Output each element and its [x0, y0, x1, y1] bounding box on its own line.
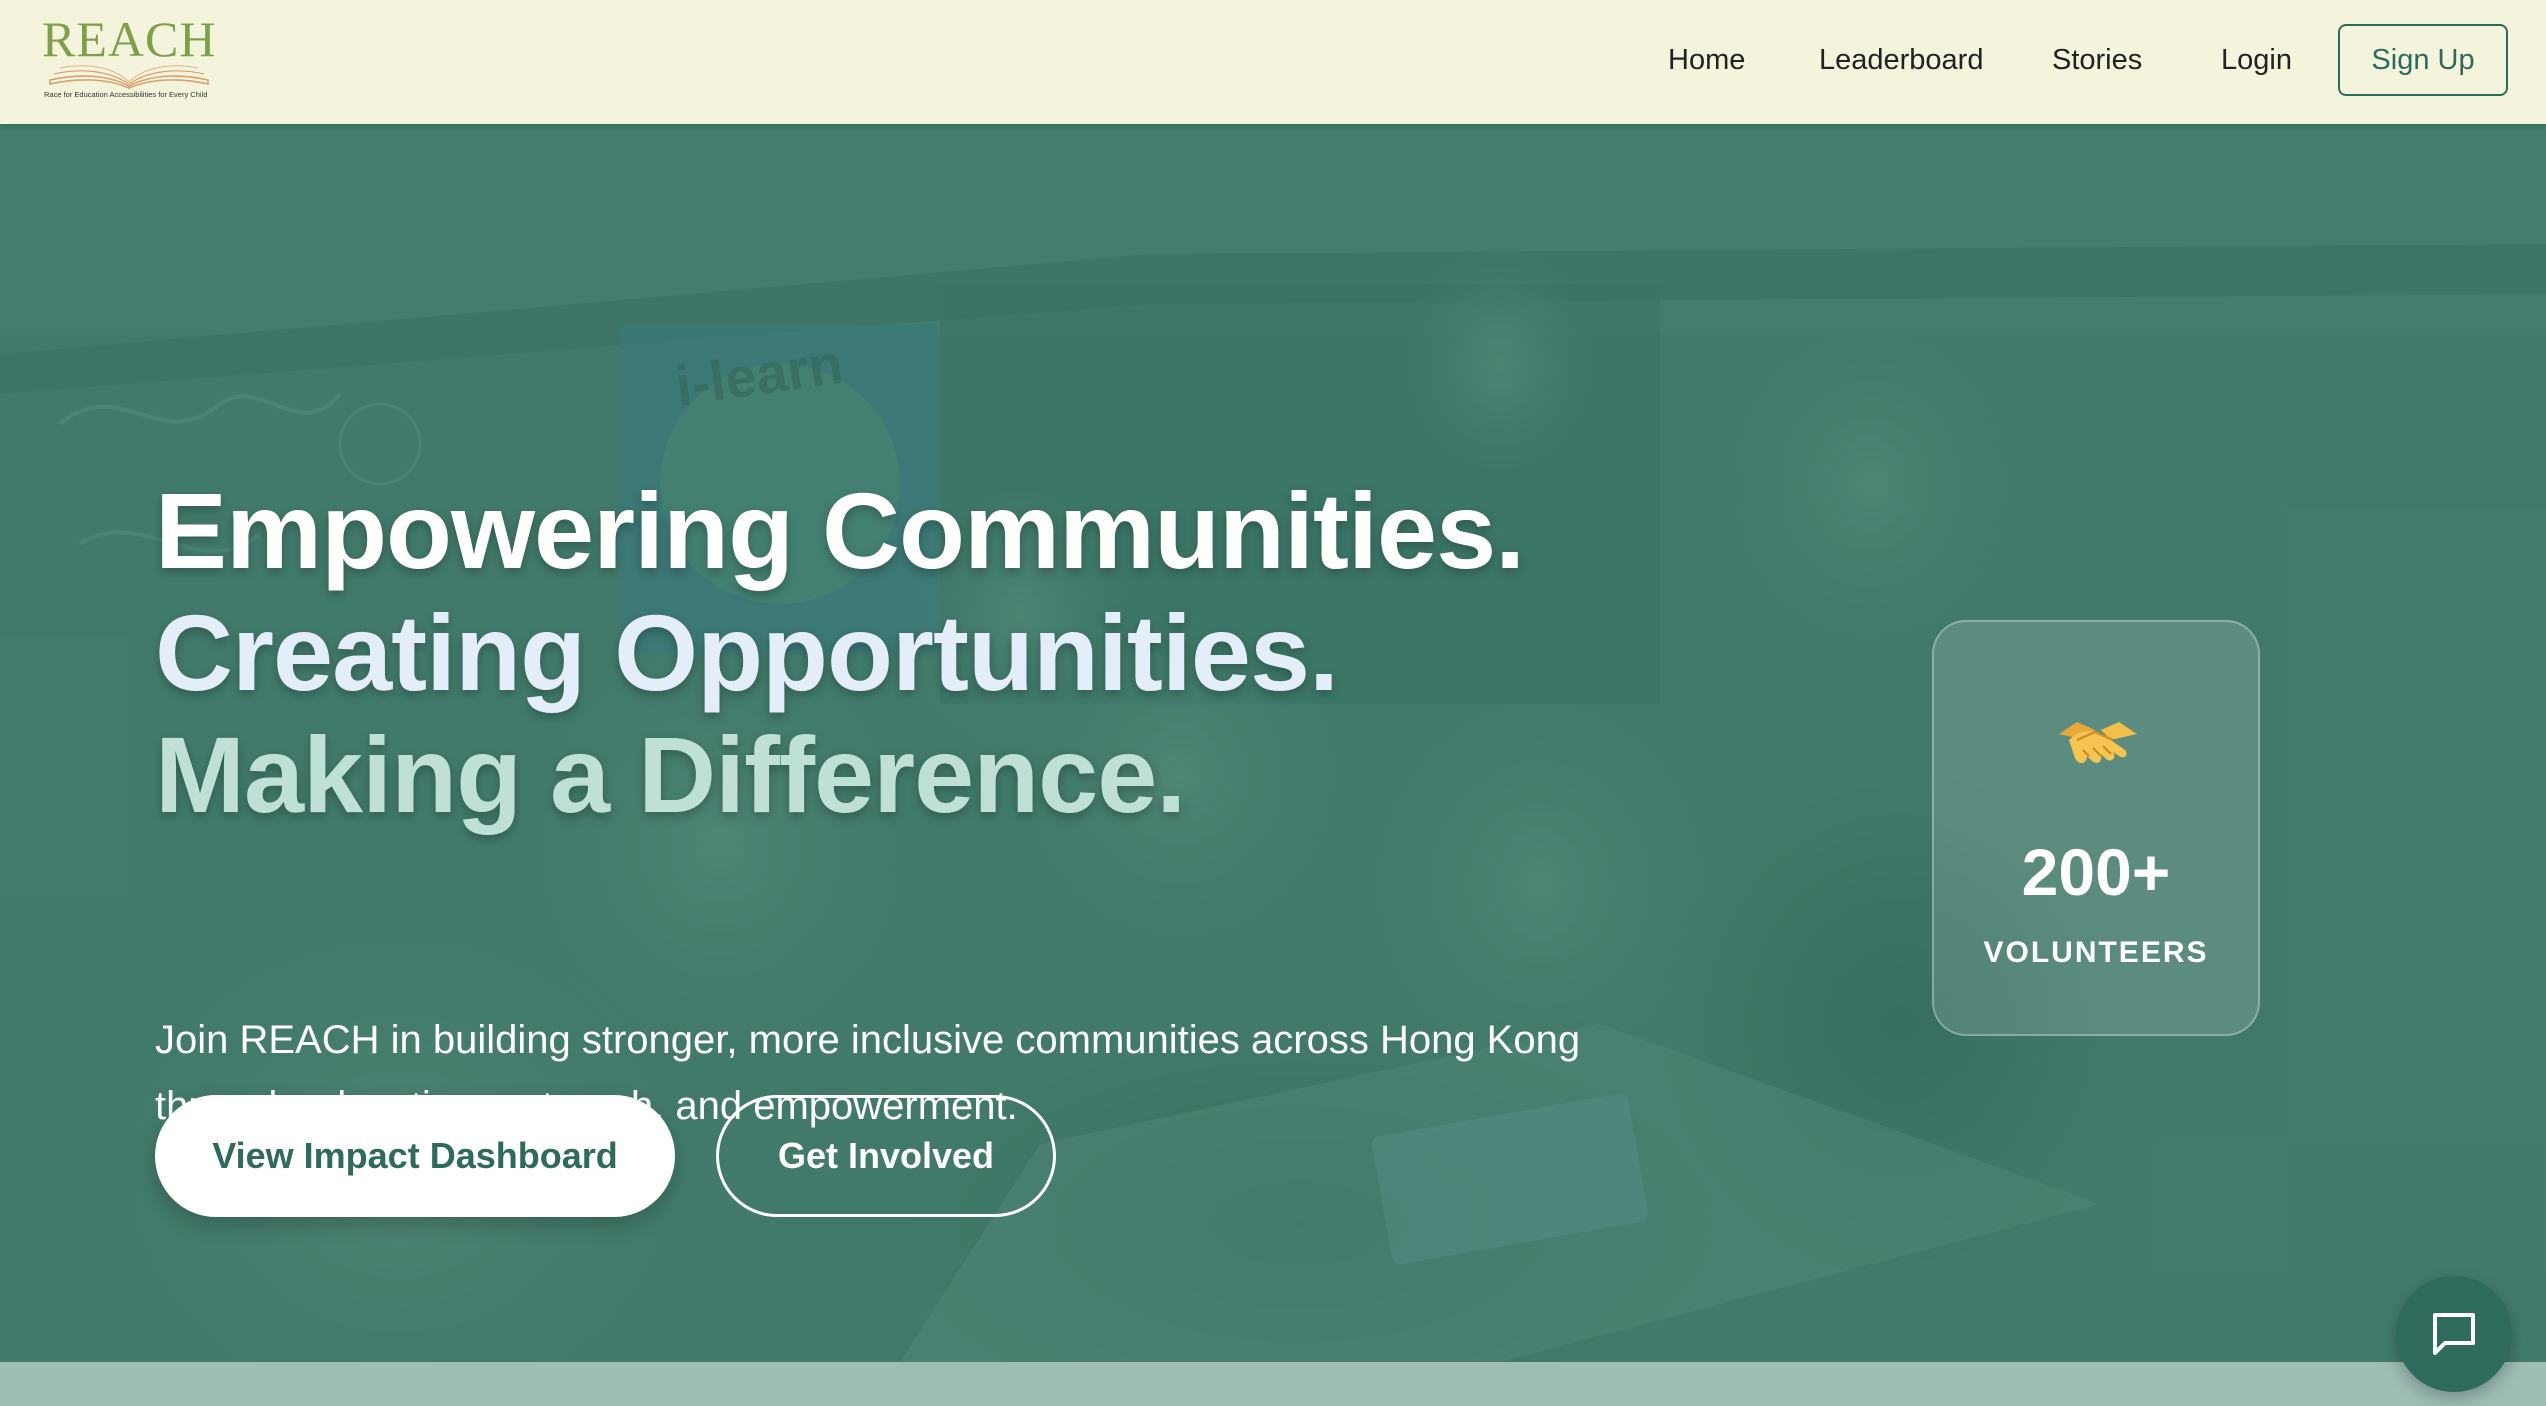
- chat-button[interactable]: [2396, 1276, 2512, 1392]
- handshake-icon: [2059, 722, 2137, 764]
- headline-line-2: Creating Opportunities.: [155, 592, 1339, 713]
- stat-label: VOLUNTEERS: [1983, 936, 2209, 969]
- logo-tagline: Race for Education Accessibilities for E…: [44, 90, 208, 99]
- open-book-icon: [49, 65, 209, 90]
- nav-link-leaderboard[interactable]: Leaderboard: [1819, 42, 1983, 78]
- hero-headline: Empowering Communities. Creating Opportu…: [155, 470, 1525, 836]
- nav-link-home[interactable]: Home: [1668, 42, 1745, 78]
- logo-wordmark: REACH: [42, 11, 217, 67]
- view-impact-dashboard-button[interactable]: View Impact Dashboard: [155, 1095, 675, 1217]
- reach-logo[interactable]: REACH Race for Education Accessibilities…: [42, 14, 217, 104]
- stat-number: 200+: [2021, 835, 2171, 909]
- headline-line-1: Empowering Communities.: [155, 470, 1525, 591]
- nav-link-login[interactable]: Login: [2221, 42, 2292, 78]
- sign-up-button[interactable]: Sign Up: [2338, 24, 2508, 96]
- hero-section: i-learn Empowering Communities. Creating…: [0, 124, 2546, 1362]
- next-section-edge: [0, 1362, 2546, 1406]
- headline-line-3: Making a Difference.: [155, 714, 1186, 835]
- chat-bubble-icon: [2433, 1313, 2475, 1355]
- get-involved-button[interactable]: Get Involved: [716, 1095, 1056, 1217]
- top-navbar: REACH Race for Education Accessibilities…: [0, 0, 2546, 124]
- volunteers-stat-card: 200+ VOLUNTEERS: [1932, 620, 2260, 1036]
- nav-link-stories[interactable]: Stories: [2052, 42, 2142, 78]
